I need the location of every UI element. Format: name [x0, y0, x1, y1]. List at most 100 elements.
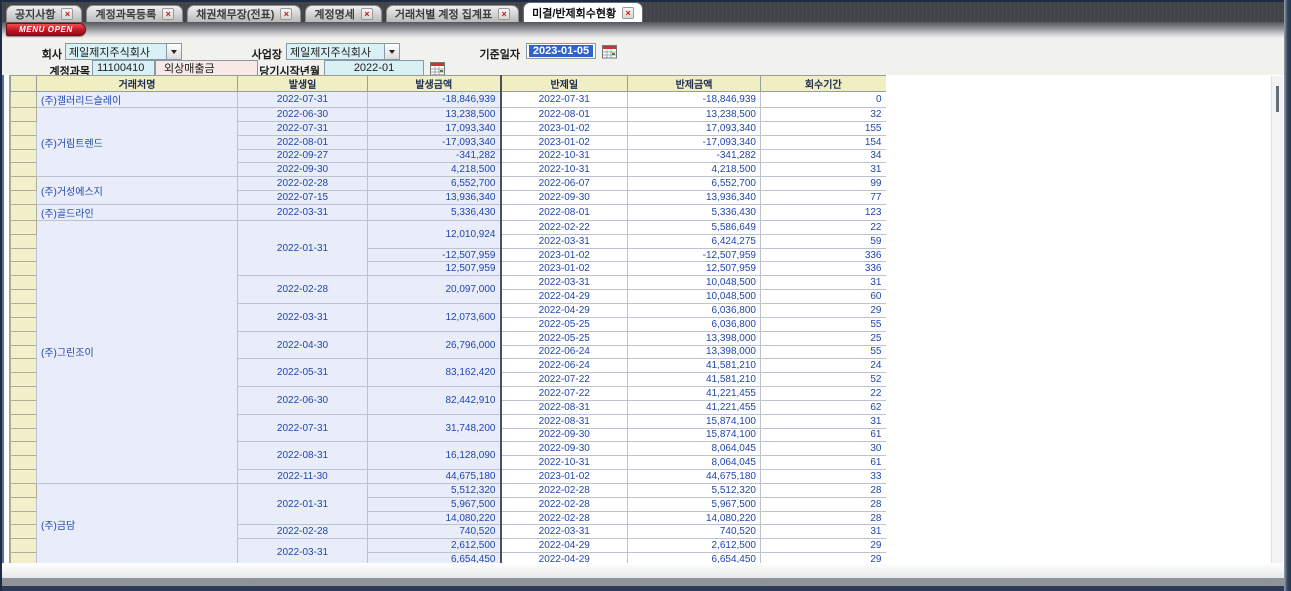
occurrence-amount-cell[interactable]: 13,936,340 [368, 191, 501, 205]
repayment-date-cell[interactable]: 2022-09-30 [501, 428, 628, 442]
repayment-amount-cell[interactable]: 5,336,430 [628, 204, 761, 220]
occurrence-date-cell[interactable]: 2022-07-31 [238, 92, 368, 108]
row-selector[interactable] [11, 387, 37, 401]
tab-2[interactable]: 채권채무장(전표)× [187, 5, 301, 22]
repayment-date-cell[interactable]: 2022-08-01 [501, 204, 628, 220]
tab-close-icon[interactable]: × [162, 8, 174, 20]
collection-days-cell[interactable]: 31 [761, 414, 887, 428]
row-selector[interactable] [11, 135, 37, 149]
scrollbar-thumb[interactable] [1276, 86, 1279, 112]
row-selector[interactable] [11, 373, 37, 387]
row-selector[interactable] [11, 539, 37, 553]
row-selector[interactable] [11, 456, 37, 470]
repayment-amount-cell[interactable]: 41,581,210 [628, 359, 761, 373]
row-selector[interactable] [11, 163, 37, 177]
occurrence-date-cell[interactable]: 2022-06-30 [238, 387, 368, 415]
repayment-date-cell[interactable]: 2023-01-02 [501, 248, 628, 262]
row-selector[interactable] [11, 204, 37, 220]
occurrence-date-cell[interactable]: 2022-09-30 [238, 163, 368, 177]
occurrence-date-cell[interactable]: 2022-07-31 [238, 414, 368, 442]
repayment-amount-cell[interactable]: 8,064,045 [628, 442, 761, 456]
repayment-date-cell[interactable]: 2022-03-31 [501, 525, 628, 539]
collection-days-cell[interactable]: 154 [761, 135, 887, 149]
repayment-amount-cell[interactable]: 15,874,100 [628, 414, 761, 428]
row-selector[interactable] [11, 497, 37, 511]
collection-days-cell[interactable]: 24 [761, 359, 887, 373]
collection-days-cell[interactable]: 59 [761, 234, 887, 248]
row-selector[interactable] [11, 400, 37, 414]
repayment-amount-cell[interactable]: -18,846,939 [628, 92, 761, 108]
row-selector[interactable] [11, 290, 37, 304]
customer-cell[interactable]: (주)거성에스지 [37, 177, 238, 205]
collection-days-cell[interactable]: 99 [761, 177, 887, 191]
tab-1[interactable]: 계정과목등록× [86, 5, 183, 22]
repayment-amount-cell[interactable]: 8,064,045 [628, 456, 761, 470]
base-date-input[interactable]: 2023-01-05 [526, 43, 596, 59]
occurrence-amount-cell[interactable]: 14,080,220 [368, 511, 501, 525]
customer-cell[interactable]: (주)골드라인 [37, 204, 238, 220]
repayment-date-cell[interactable]: 2022-05-25 [501, 331, 628, 345]
collection-days-cell[interactable]: 31 [761, 163, 887, 177]
collection-days-cell[interactable]: 29 [761, 303, 887, 317]
repayment-date-cell[interactable]: 2022-04-29 [501, 539, 628, 553]
collection-days-cell[interactable]: 31 [761, 525, 887, 539]
repayment-date-cell[interactable]: 2022-06-24 [501, 345, 628, 359]
occurrence-date-cell[interactable]: 2022-02-28 [238, 525, 368, 539]
repayment-date-cell[interactable]: 2022-09-30 [501, 442, 628, 456]
vertical-scrollbar[interactable] [1271, 76, 1283, 563]
row-selector[interactable] [11, 525, 37, 539]
repayment-amount-cell[interactable]: 5,586,649 [628, 220, 761, 234]
occurrence-amount-cell[interactable]: 12,073,600 [368, 303, 501, 331]
repayment-amount-cell[interactable]: -341,282 [628, 149, 761, 163]
occurrence-date-cell[interactable]: 2022-08-31 [238, 442, 368, 470]
occurrence-amount-cell[interactable]: 6,552,700 [368, 177, 501, 191]
tab-3[interactable]: 계정명세× [305, 5, 381, 22]
repayment-date-cell[interactable]: 2022-08-31 [501, 414, 628, 428]
occurrence-amount-cell[interactable]: -18,846,939 [368, 92, 501, 108]
occurrence-amount-cell[interactable]: 82,442,910 [368, 387, 501, 415]
repayment-date-cell[interactable]: 2022-10-31 [501, 456, 628, 470]
tab-close-icon[interactable]: × [280, 8, 292, 20]
tab-close-icon[interactable]: × [361, 8, 373, 20]
repayment-date-cell[interactable]: 2022-04-29 [501, 290, 628, 304]
repayment-date-cell[interactable]: 2023-01-02 [501, 135, 628, 149]
collection-days-cell[interactable]: 55 [761, 317, 887, 331]
repayment-date-cell[interactable]: 2022-07-22 [501, 373, 628, 387]
occurrence-amount-cell[interactable]: 5,512,320 [368, 483, 501, 497]
repayment-date-cell[interactable]: 2022-06-07 [501, 177, 628, 191]
collection-days-cell[interactable]: 336 [761, 262, 887, 276]
occurrence-date-cell[interactable]: 2022-04-30 [238, 331, 368, 359]
row-selector[interactable] [11, 121, 37, 135]
occurrence-amount-cell[interactable]: 2,612,500 [368, 539, 501, 553]
calendar-icon[interactable] [430, 61, 445, 76]
repayment-amount-cell[interactable]: 4,218,500 [628, 163, 761, 177]
collection-days-cell[interactable]: 28 [761, 483, 887, 497]
row-selector[interactable] [11, 317, 37, 331]
chevron-down-icon[interactable] [384, 44, 399, 59]
collection-days-cell[interactable]: 32 [761, 108, 887, 122]
repayment-amount-cell[interactable]: 14,080,220 [628, 511, 761, 525]
repayment-date-cell[interactable]: 2022-10-31 [501, 149, 628, 163]
row-selector[interactable] [11, 359, 37, 373]
menu-open-button[interactable]: MENU OPEN [6, 23, 86, 36]
collection-days-cell[interactable]: 52 [761, 373, 887, 387]
row-selector[interactable] [11, 92, 37, 108]
customer-cell[interactable]: (주)갤러리드슬레이 [37, 92, 238, 108]
repayment-amount-cell[interactable]: 6,424,275 [628, 234, 761, 248]
occurrence-date-cell[interactable]: 2022-03-31 [238, 539, 368, 565]
occurrence-date-cell[interactable]: 2022-01-31 [238, 220, 368, 275]
customer-cell[interactable]: (주)그린조이 [37, 220, 238, 483]
collection-days-cell[interactable]: 55 [761, 345, 887, 359]
occurrence-amount-cell[interactable]: 12,507,959 [368, 262, 501, 276]
occurrence-amount-cell[interactable]: 83,162,420 [368, 359, 501, 387]
repayment-amount-cell[interactable]: 41,221,455 [628, 387, 761, 401]
repayment-date-cell[interactable]: 2023-01-02 [501, 121, 628, 135]
repayment-date-cell[interactable]: 2022-08-01 [501, 108, 628, 122]
occurrence-amount-cell[interactable]: 26,796,000 [368, 331, 501, 359]
row-selector[interactable] [11, 511, 37, 525]
repayment-amount-cell[interactable]: 41,581,210 [628, 373, 761, 387]
occurrence-amount-cell[interactable]: -17,093,340 [368, 135, 501, 149]
row-selector[interactable] [11, 191, 37, 205]
row-selector[interactable] [11, 220, 37, 234]
row-selector[interactable] [11, 428, 37, 442]
